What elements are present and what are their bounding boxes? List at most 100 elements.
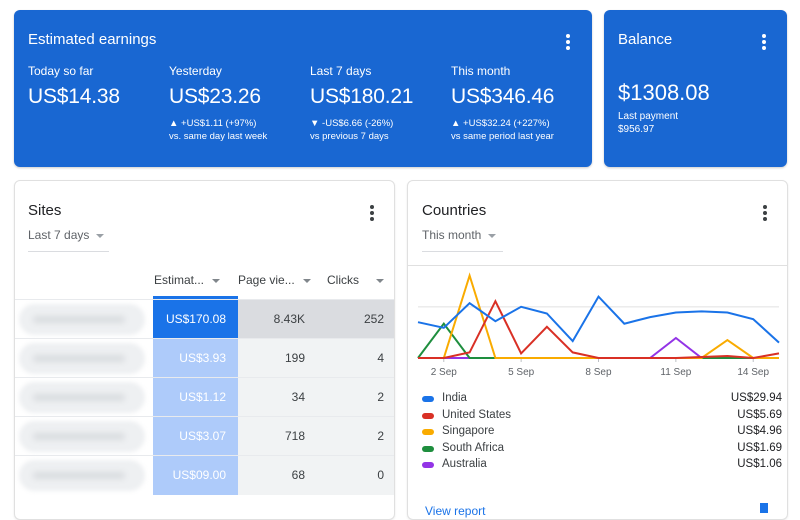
site-name-redacted[interactable] <box>19 304 145 335</box>
metric-label: Yesterday <box>169 64 222 78</box>
country-name: South Africa <box>442 441 505 454</box>
legend-item[interactable]: India US$29.94 <box>422 392 782 408</box>
clicks-cell: 252 <box>333 300 394 339</box>
metric-today: Today so far US$14.38 <box>28 64 120 109</box>
column-header-page-views[interactable]: Page vie... <box>238 273 311 287</box>
view-report-link[interactable]: View report <box>425 504 485 518</box>
legend-swatch-icon <box>422 396 434 402</box>
metric-delta: ▲ +US$1.11 (+97%) <box>169 118 257 129</box>
countries-card: Countries This month 2 Sep 5 Sep 8 Sep 11 S… <box>407 180 788 520</box>
x-tick-label: 2 Sep <box>431 367 458 378</box>
legend-item[interactable]: United States US$5.69 <box>422 409 782 425</box>
clicks-cell: 4 <box>333 339 394 378</box>
site-name-redacted[interactable] <box>19 421 145 452</box>
column-header-estimated-earnings[interactable]: Estimat... <box>154 273 221 287</box>
metric-this-month: This month US$346.46 ▲ +US$32.24 (+227%)… <box>451 64 554 143</box>
metric-value: US$14.38 <box>28 85 120 108</box>
x-tick-label: 8 Sep <box>585 367 612 378</box>
countries-more-icon[interactable] <box>757 203 773 223</box>
balance-more-icon[interactable] <box>756 32 772 52</box>
metric-yesterday: Yesterday US$23.26 ▲ +US$1.11 (+97%) vs.… <box>169 64 267 143</box>
site-name-redacted[interactable] <box>19 343 145 374</box>
last-payment-label: Last payment <box>618 111 679 122</box>
chevron-down-icon <box>96 233 105 238</box>
legend-item[interactable]: South Africa US$1.69 <box>422 442 782 458</box>
page-views-cell: 34 <box>238 378 333 417</box>
earnings-cell: US$1.12 <box>153 378 238 417</box>
balance-value: $1308.08 <box>618 80 710 105</box>
clicks-cell: 2 <box>333 417 394 456</box>
page-views-cell: 718 <box>238 417 333 456</box>
x-tick-label: 11 Sep <box>660 367 691 378</box>
column-label: Clicks <box>327 273 359 287</box>
sort-icon <box>212 278 221 283</box>
metric-label: This month <box>451 64 511 78</box>
site-name-redacted[interactable] <box>19 460 145 491</box>
country-amount: US$1.69 <box>737 441 782 454</box>
country-amount: US$29.94 <box>730 392 782 404</box>
earnings-cell: US$3.07 <box>153 417 238 456</box>
earnings-cell: US$3.93 <box>153 339 238 378</box>
chevron-down-icon <box>488 233 497 238</box>
column-label: Page vie... <box>238 273 295 287</box>
balance-title: Balance <box>618 31 673 48</box>
legend-swatch-icon <box>422 429 434 435</box>
legend-swatch-icon <box>422 462 434 468</box>
earnings-more-icon[interactable] <box>560 32 576 52</box>
site-name-redacted[interactable] <box>19 382 145 413</box>
table-row[interactable]: US$170.08 8.43K 252 <box>15 299 394 339</box>
legend-swatch-icon <box>422 412 434 419</box>
countries-period-value: This month <box>422 228 482 242</box>
expand-icon[interactable] <box>760 503 768 513</box>
estimated-earnings-title: Estimated earnings <box>28 31 157 48</box>
x-tick-label: 14 Sep <box>737 367 769 378</box>
earnings-cell: US$09.00 <box>153 456 238 495</box>
sites-period-value: Last 7 days <box>28 228 90 242</box>
last-payment-value: $956.97 <box>618 124 655 135</box>
countries-legend: India US$29.94 United States US$5.69 Singa… <box>408 392 787 482</box>
country-name: Singapore <box>442 425 495 437</box>
country-amount: US$5.69 <box>737 408 782 421</box>
divider <box>408 265 787 266</box>
table-row[interactable]: US$1.12 34 2 <box>15 377 394 417</box>
column-header-clicks[interactable]: Clicks <box>327 273 384 287</box>
metric-value: US$346.46 <box>451 85 555 108</box>
sites-more-icon[interactable] <box>364 203 380 223</box>
table-row[interactable]: US$09.00 68 0 <box>15 455 394 495</box>
country-name: United States <box>442 408 512 421</box>
metric-label: Today so far <box>28 64 94 78</box>
series-line-united-states <box>418 298 780 360</box>
metric-value: US$23.26 <box>169 85 261 108</box>
metric-compare: vs previous 7 days <box>310 131 389 142</box>
sites-card: Sites Last 7 days Estimat... Page vie...… <box>14 180 395 520</box>
legend-swatch-icon <box>422 445 434 452</box>
column-label: Estimat... <box>154 273 205 287</box>
series-line-india <box>417 294 780 344</box>
countries-title: Countries <box>422 202 487 219</box>
countries-period-dropdown[interactable]: This month <box>422 228 503 252</box>
metric-delta: ▲ +US$32.24 (+227%) <box>451 118 550 129</box>
page-views-cell: 68 <box>238 456 333 495</box>
page-views-cell: 8.43K <box>238 300 333 339</box>
balance-card: Balance $1308.08 Last payment $956.97 <box>604 10 787 167</box>
sites-title: Sites <box>28 202 62 219</box>
sort-icon <box>302 278 311 283</box>
country-amount: US$1.06 <box>737 458 782 470</box>
clicks-cell: 2 <box>333 378 394 417</box>
country-amount: US$4.96 <box>737 425 782 437</box>
table-row[interactable]: US$3.93 199 4 <box>15 338 394 378</box>
x-tick-label: 5 Sep <box>508 367 535 378</box>
estimated-earnings-card: Estimated earnings Today so far US$14.38… <box>14 10 592 167</box>
legend-item[interactable]: Singapore US$4.96 <box>422 425 782 441</box>
legend-item[interactable]: Australia US$1.06 <box>422 458 782 474</box>
country-name: Australia <box>442 458 487 470</box>
country-name: India <box>442 392 467 404</box>
earnings-cell: US$170.08 <box>153 300 238 339</box>
sort-icon <box>376 278 384 283</box>
metric-delta: ▼ -US$6.66 (-26%) <box>310 118 394 129</box>
sites-period-dropdown[interactable]: Last 7 days <box>28 228 109 252</box>
metric-compare: vs same period last year <box>451 131 554 142</box>
metric-last-7-days: Last 7 days US$180.21 ▼ -US$6.66 (-26%) … <box>310 64 413 143</box>
table-row[interactable]: US$3.07 718 2 <box>15 416 394 456</box>
metric-compare: vs. same day last week <box>169 131 268 142</box>
